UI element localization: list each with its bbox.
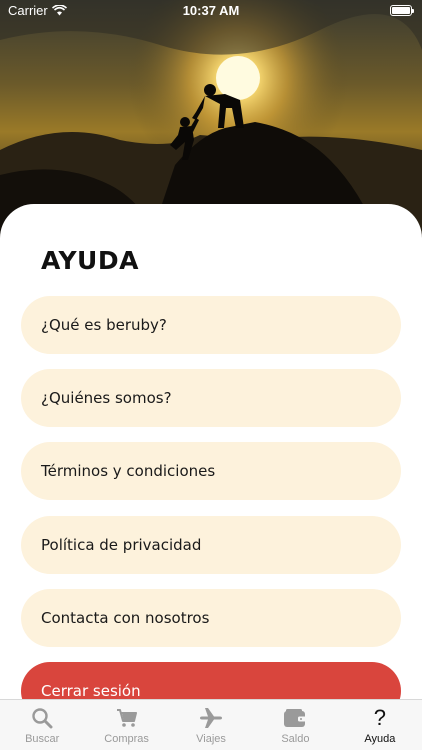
- menu-item-label: Contacta con nosotros: [41, 609, 210, 627]
- menu-item-label: ¿Qué es beruby?: [41, 316, 167, 334]
- battery-icon: [390, 5, 414, 16]
- tab-label: Saldo: [281, 733, 310, 745]
- tab-ayuda[interactable]: ? Ayuda: [338, 700, 422, 750]
- menu-item-about-us[interactable]: ¿Quiénes somos?: [21, 369, 401, 427]
- tab-viajes[interactable]: Viajes: [169, 700, 253, 750]
- tab-label: Ayuda: [364, 733, 396, 745]
- tab-label: Viajes: [196, 733, 226, 745]
- airplane-icon: [198, 706, 224, 730]
- status-bar: Carrier 10:37 AM: [0, 0, 422, 22]
- tab-bar: Buscar Compras Viajes Saldo ? Ayuda: [0, 699, 422, 750]
- tab-buscar[interactable]: Buscar: [0, 700, 84, 750]
- tab-compras[interactable]: Compras: [84, 700, 168, 750]
- tab-saldo[interactable]: Saldo: [253, 700, 337, 750]
- menu-item-what-is-beruby[interactable]: ¿Qué es beruby?: [21, 296, 401, 354]
- cart-icon: [114, 706, 140, 730]
- logout-label: Cerrar sesión: [41, 682, 141, 700]
- search-icon: [29, 706, 55, 730]
- help-sheet: AYUDA ¿Qué es beruby? ¿Quiénes somos? Té…: [0, 204, 422, 704]
- wallet-icon: [282, 706, 308, 730]
- page-title: AYUDA: [41, 246, 139, 275]
- status-time: 10:37 AM: [182, 3, 240, 18]
- question-icon: ?: [373, 705, 386, 730]
- menu-item-label: ¿Quiénes somos?: [41, 389, 172, 407]
- tab-label: Buscar: [25, 733, 60, 745]
- logout-button[interactable]: Cerrar sesión: [21, 662, 401, 704]
- menu-item-label: Términos y condiciones: [41, 462, 216, 480]
- menu-item-privacy[interactable]: Política de privacidad: [21, 516, 401, 574]
- menu-item-contact[interactable]: Contacta con nosotros: [21, 589, 401, 647]
- menu-item-label: Política de privacidad: [41, 536, 202, 554]
- tab-label: Compras: [104, 733, 149, 745]
- menu-item-terms[interactable]: Términos y condiciones: [21, 442, 401, 500]
